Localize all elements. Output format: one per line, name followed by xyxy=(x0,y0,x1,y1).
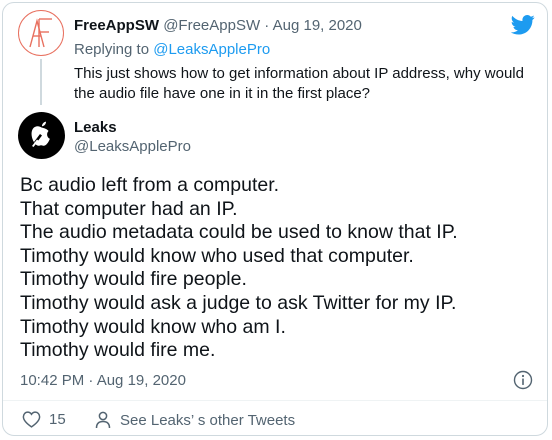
freeappsw-avatar[interactable] xyxy=(18,10,64,56)
tweet-card: FreeAppSW @FreeAppSW · Aug 19, 2020 Repl… xyxy=(2,2,548,436)
see-other-tweets-label: See Leaks’ s other Tweets xyxy=(120,411,296,429)
like-button[interactable]: 15 xyxy=(22,411,66,428)
replying-to-link[interactable]: @LeaksApplePro xyxy=(153,41,270,58)
tweet-timestamp[interactable]: 10:42 PM · Aug 19, 2020 xyxy=(20,372,186,390)
heart-icon xyxy=(22,411,41,428)
tweet-line: That computer had an IP. xyxy=(20,197,238,220)
reply-display-name[interactable]: FreeAppSW xyxy=(74,17,159,34)
tweet-line: Timothy would fire people. xyxy=(20,268,247,291)
see-other-tweets-link[interactable]: See Leaks’ s other Tweets xyxy=(94,411,295,429)
tweet-line: Timothy would fire me. xyxy=(20,339,216,362)
like-count: 15 xyxy=(49,411,66,428)
main-handle[interactable]: @LeaksApplePro xyxy=(74,138,191,156)
tweet-line: Timothy would know who used that compute… xyxy=(20,244,414,267)
reply-tweet-header: FreeAppSW @FreeAppSW · Aug 19, 2020 xyxy=(74,16,362,36)
main-display-name[interactable]: Leaks xyxy=(74,119,117,137)
divider xyxy=(3,400,547,401)
tweet-line: The audio metadata could be used to know… xyxy=(20,221,458,244)
reply-handle[interactable]: @FreeAppSW xyxy=(163,17,260,34)
reply-date[interactable]: Aug 19, 2020 xyxy=(273,17,362,34)
info-icon[interactable] xyxy=(513,370,533,395)
person-icon xyxy=(95,411,111,429)
replying-prefix: Replying to xyxy=(74,41,154,58)
tweet-line: Timothy would know who am I. xyxy=(20,315,286,338)
header-separator: · xyxy=(260,17,273,34)
thread-line xyxy=(40,59,42,105)
tweet-line: Timothy would ask a judge to ask Twitter… xyxy=(20,291,457,314)
tweet-line: Bc audio left from a computer. xyxy=(20,174,280,196)
replying-to-line: Replying to @LeaksApplePro xyxy=(74,40,270,60)
fa-logo-icon xyxy=(29,18,52,48)
apple-logo-icon xyxy=(31,121,55,147)
twitter-bird-icon[interactable] xyxy=(510,15,535,40)
reply-tweet-text: This just shows how to get information a… xyxy=(74,65,524,102)
main-tweet-text: Bc audio left from a computer. That comp… xyxy=(20,174,540,363)
leaks-avatar[interactable] xyxy=(18,112,65,159)
